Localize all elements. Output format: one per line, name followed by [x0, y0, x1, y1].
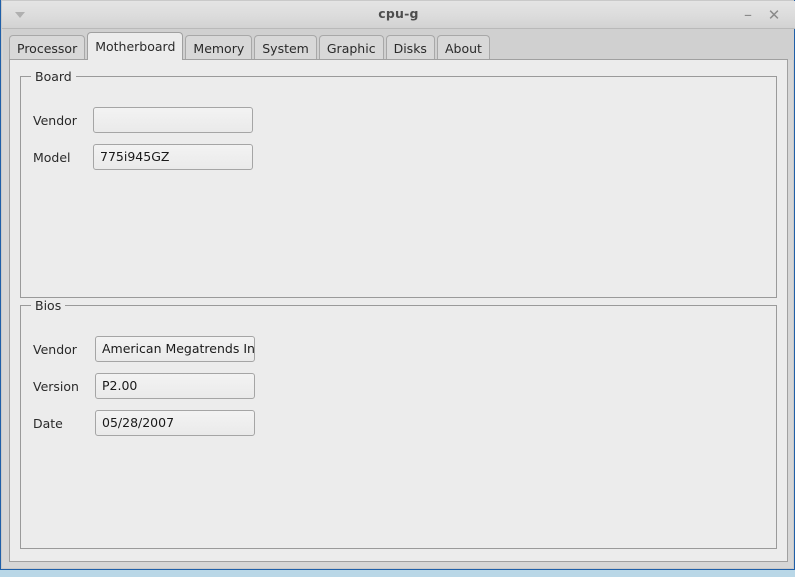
close-button[interactable]: ✕ [765, 6, 783, 24]
bios-vendor-label: Vendor [33, 341, 77, 357]
board-model-row: Model 775i945GZ [33, 144, 253, 170]
screen: cpu-g – ✕ Processor Motherboard Memory S… [0, 0, 795, 577]
tab-about[interactable]: About [436, 35, 490, 60]
board-vendor-field[interactable] [93, 107, 253, 133]
window-title: cpu-g [378, 6, 419, 21]
board-group-legend: Board [31, 69, 76, 84]
tab-processor[interactable]: Processor [9, 35, 86, 60]
tab-content-motherboard: Board Vendor Model 775i945GZ Bios Vendor [9, 59, 788, 562]
bios-vendor-field[interactable]: American Megatrends Inc. [95, 336, 255, 362]
desktop-background [0, 570, 795, 577]
tab-list: Processor Motherboard Memory System Grap… [9, 32, 492, 60]
bios-vendor-row: Vendor American Megatrends Inc. [33, 336, 255, 362]
bios-version-label: Version [33, 378, 79, 394]
title-bar: cpu-g – ✕ [2, 1, 795, 29]
tab-disks[interactable]: Disks [385, 35, 435, 60]
tab-graphic[interactable]: Graphic [318, 35, 384, 60]
board-group-frame: Board Vendor Model 775i945GZ [20, 69, 777, 298]
window-inner-frame: cpu-g – ✕ Processor Motherboard Memory S… [1, 0, 795, 569]
bios-group-legend: Bios [31, 298, 66, 313]
bios-date-row: Date 05/28/2007 [33, 410, 255, 436]
bios-date-field[interactable]: 05/28/2007 [95, 410, 255, 436]
board-vendor-label: Vendor [33, 112, 77, 128]
board-model-field[interactable]: 775i945GZ [93, 144, 253, 170]
board-vendor-row: Vendor [33, 107, 253, 133]
minimize-button[interactable]: – [739, 6, 757, 24]
tab-motherboard[interactable]: Motherboard [87, 32, 184, 60]
bios-group-frame: Bios Vendor American Megatrends Inc. Ver… [20, 298, 777, 549]
tab-memory[interactable]: Memory [185, 35, 253, 60]
tab-strip: Processor Motherboard Memory System Grap… [3, 29, 794, 60]
bios-date-label: Date [33, 415, 63, 431]
bios-version-row: Version P2.00 [33, 373, 255, 399]
tab-system[interactable]: System [254, 35, 317, 60]
board-model-label: Model [33, 149, 71, 165]
bios-version-field[interactable]: P2.00 [95, 373, 255, 399]
application-window: cpu-g – ✕ Processor Motherboard Memory S… [0, 0, 795, 570]
